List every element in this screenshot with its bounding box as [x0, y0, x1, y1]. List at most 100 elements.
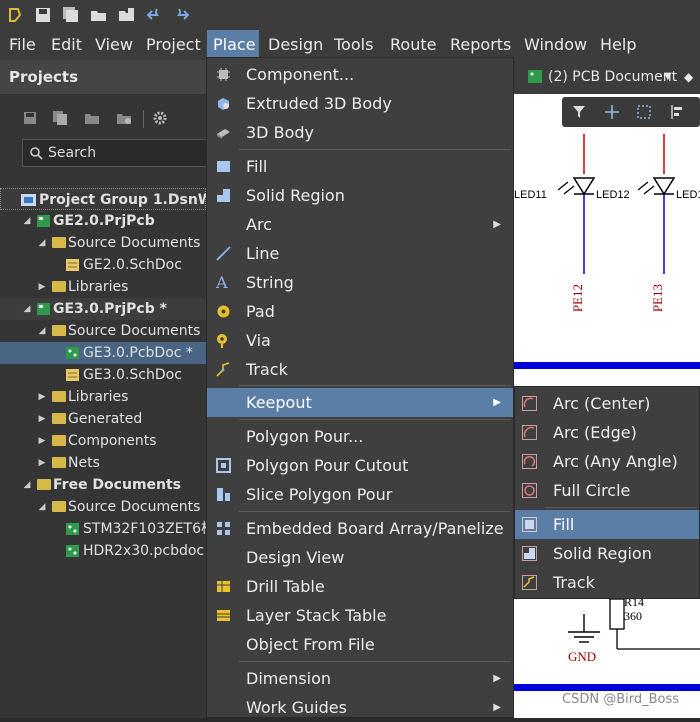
- copy-document-icon[interactable]: [52, 110, 68, 126]
- pin-icon[interactable]: ◆: [684, 66, 693, 88]
- redo-icon[interactable]: [172, 6, 190, 24]
- collapse-triangle-icon[interactable]: ◢: [37, 496, 47, 518]
- tree-item-folder[interactable]: ◢ Source Documents: [0, 496, 206, 518]
- submenu-arrow-icon: ▶: [493, 219, 501, 230]
- keepout-submenu: Arc (Center) Arc (Edge) Arc (Any Angle) …: [514, 386, 700, 599]
- tree-item-folder[interactable]: ◢ Free Documents: [0, 474, 206, 496]
- menu-item-drill-table[interactable]: Drill Table: [207, 572, 513, 601]
- blue-bus-line: [512, 362, 700, 369]
- submenu-item-arc-edge[interactable]: Arc (Edge): [515, 418, 699, 447]
- expand-triangle-icon[interactable]: ▶: [37, 386, 47, 408]
- folder-icon: [37, 479, 51, 490]
- menu-item-dimension[interactable]: Dimension ▶: [207, 664, 513, 693]
- menu-separator: [239, 419, 511, 420]
- tree-item-folder[interactable]: ▶ Generated: [0, 408, 206, 430]
- menu-window[interactable]: Window: [521, 30, 590, 60]
- tree-item-document[interactable]: GE3.0.SchDoc: [0, 364, 206, 386]
- tree-item-project[interactable]: ◢ GE3.0.PrjPcb *: [0, 298, 206, 320]
- schematic-net-label: GND: [568, 649, 596, 664]
- menu-design[interactable]: Design: [265, 30, 326, 60]
- menu-item-fill[interactable]: Fill: [207, 152, 513, 181]
- project-options-icon[interactable]: [84, 110, 100, 126]
- menu-help[interactable]: Help: [597, 30, 639, 60]
- fill-icon: [217, 161, 230, 172]
- save-all-icon[interactable]: [62, 6, 80, 24]
- expand-triangle-icon[interactable]: ▶: [37, 276, 47, 298]
- pcb-doc-icon: [66, 545, 79, 557]
- menu-item-slice-polygon-pour[interactable]: Slice Polygon Pour: [207, 480, 513, 509]
- menu-project[interactable]: Project: [143, 30, 204, 60]
- gear-icon[interactable]: [152, 110, 168, 126]
- schematic-label: LED12: [596, 189, 630, 201]
- menu-item-line[interactable]: Line: [207, 239, 513, 268]
- expand-triangle-icon[interactable]: ▶: [37, 408, 47, 430]
- tree-item-document-selected[interactable]: GE3.0.PcbDoc *: [0, 342, 206, 364]
- tree-item-document[interactable]: STM32F103ZET6核心: [0, 518, 206, 540]
- menu-tools[interactable]: Tools: [331, 30, 376, 60]
- submenu-item-fill[interactable]: Fill: [515, 510, 699, 539]
- solid-region-icon: [217, 189, 230, 202]
- search-input[interactable]: Search: [22, 139, 206, 167]
- tree-item-folder[interactable]: ◢ Source Documents: [0, 320, 206, 342]
- folder-icon: [52, 237, 66, 248]
- menu-separator: [239, 661, 511, 662]
- save-icon[interactable]: [34, 6, 52, 24]
- collapse-triangle-icon[interactable]: ◢: [37, 320, 47, 342]
- tree-item-folder[interactable]: ▶ Components: [0, 430, 206, 452]
- menu-item-via[interactable]: Via: [207, 326, 513, 355]
- menu-file[interactable]: File: [6, 30, 39, 60]
- submenu-item-solid-region[interactable]: Solid Region: [515, 539, 699, 568]
- menu-item-design-view[interactable]: Design View: [207, 543, 513, 572]
- menu-item-keepout[interactable]: Keepout ▶: [207, 388, 513, 417]
- open-folder-icon[interactable]: [90, 6, 108, 24]
- menu-item-string[interactable]: A String: [207, 268, 513, 297]
- expand-triangle-icon[interactable]: ▶: [37, 452, 47, 474]
- menu-item-track[interactable]: Track: [207, 355, 513, 384]
- submenu-arrow-icon: ▶: [493, 673, 501, 684]
- menu-route[interactable]: Route: [387, 30, 439, 60]
- tree-item-folder[interactable]: ▶ Nets: [0, 452, 206, 474]
- submenu-item-track[interactable]: Track: [515, 568, 699, 597]
- menu-item-polygon-pour-cutout[interactable]: Polygon Pour Cutout: [207, 451, 513, 480]
- menu-item-embedded-board-array[interactable]: Embedded Board Array/Panelize: [207, 514, 513, 543]
- collapse-triangle-icon[interactable]: ◢: [22, 474, 32, 496]
- menu-item-extruded-3d-body[interactable]: Extruded 3D Body: [207, 89, 513, 118]
- menu-place[interactable]: Place: [207, 30, 259, 60]
- menu-item-arc[interactable]: Arc ▶: [207, 210, 513, 239]
- menu-item-pad[interactable]: Pad: [207, 297, 513, 326]
- undo-icon[interactable]: [146, 6, 164, 24]
- arc-edge-icon: [522, 425, 537, 440]
- tree-item-folder[interactable]: ◢ Source Documents: [0, 232, 206, 254]
- submenu-item-full-circle[interactable]: Full Circle: [515, 476, 699, 505]
- collapse-triangle-icon[interactable]: ◢: [22, 210, 32, 232]
- project-folder-settings-icon[interactable]: [116, 110, 132, 126]
- tree-item-document[interactable]: GE2.0.SchDoc: [0, 254, 206, 276]
- open-project-icon[interactable]: [118, 6, 136, 24]
- menu-item-object-from-file[interactable]: Object From File: [207, 630, 513, 659]
- submenu-item-arc-any-angle[interactable]: Arc (Any Angle): [515, 447, 699, 476]
- menu-view[interactable]: View: [92, 30, 136, 60]
- menu-reports[interactable]: Reports: [447, 30, 514, 60]
- menu-item-component[interactable]: Component...: [207, 60, 513, 89]
- tree-item-document[interactable]: HDR2x30.pcbdoc: [0, 540, 206, 562]
- collapse-triangle-icon[interactable]: ◢: [22, 298, 32, 320]
- led-light-arrows: [557, 181, 575, 195]
- arc-center-icon: [522, 396, 537, 411]
- menu-item-layer-stack-table[interactable]: Layer Stack Table: [207, 601, 513, 630]
- app-logo-icon: [9, 8, 22, 22]
- component-icon: [217, 68, 230, 81]
- collapse-triangle-icon[interactable]: ◢: [37, 232, 47, 254]
- tree-item-folder[interactable]: ▶ Libraries: [0, 276, 206, 298]
- menu-edit[interactable]: Edit: [48, 30, 85, 60]
- menu-item-solid-region[interactable]: Solid Region: [207, 181, 513, 210]
- submenu-item-arc-center[interactable]: Arc (Center): [515, 389, 699, 418]
- menu-item-3d-body[interactable]: 3D Body: [207, 118, 513, 147]
- tree-item-project[interactable]: ◢ GE2.0.PrjPcb: [0, 210, 206, 232]
- menu-item-polygon-pour[interactable]: Polygon Pour...: [207, 422, 513, 451]
- polygon-cutout-icon: [216, 458, 231, 473]
- save-project-icon[interactable]: [22, 110, 38, 126]
- tree-item-project-group[interactable]: Project Group 1.DsnWrk: [0, 188, 229, 210]
- expand-triangle-icon[interactable]: ▶: [37, 430, 47, 452]
- tree-item-folder[interactable]: ▶ Libraries: [0, 386, 206, 408]
- chevron-down-icon[interactable]: ▼: [664, 66, 672, 88]
